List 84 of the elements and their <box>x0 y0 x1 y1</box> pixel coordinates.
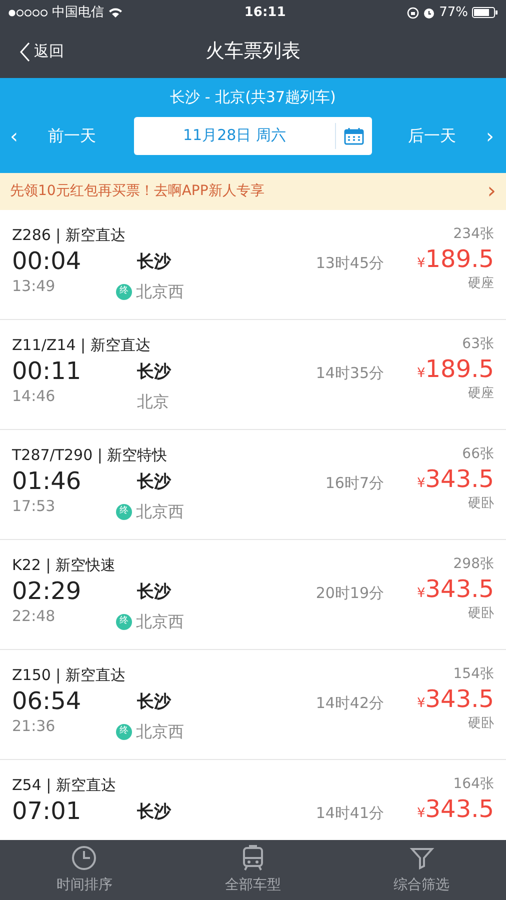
departure-station: 长沙 <box>137 801 172 824</box>
terminal-badge: 终 <box>116 284 132 300</box>
arrival-time: 22:48 <box>12 606 56 628</box>
back-button[interactable]: 返回 <box>0 40 64 63</box>
promo-arrow: › <box>487 178 496 206</box>
ticket-count: 234张 <box>453 225 494 244</box>
ticket-count: 164张 <box>453 775 494 794</box>
arrival-time: 13:49 <box>12 276 56 298</box>
tab-button[interactable]: 综合筛选 <box>337 840 506 900</box>
back-icon <box>20 42 30 62</box>
train-icon <box>240 844 266 870</box>
ticket-count: 298张 <box>453 555 494 574</box>
seat-type: 硬座 <box>468 384 494 403</box>
departure-time: 02:29 <box>12 576 82 606</box>
train-row[interactable]: Z150 | 新空直达 06:54 21:36 长沙 终 北京西 14时42分 154张 ¥343.5 硬卧 <box>0 650 506 760</box>
travel-duration: 14时41分 <box>316 803 384 824</box>
travel-duration: 20时19分 <box>316 583 384 604</box>
ticket-price: ¥343.5 <box>417 685 494 714</box>
departure-station: 长沙 <box>137 581 172 604</box>
signal-icon <box>8 8 48 16</box>
tab-button[interactable]: 时间排序 <box>0 840 169 900</box>
departure-station: 长沙 <box>137 691 172 714</box>
seat-type: 硬卧 <box>468 714 494 733</box>
ticket-count: 66张 <box>462 445 494 464</box>
wifi-icon <box>108 7 123 18</box>
travel-duration: 14时42分 <box>316 693 384 714</box>
train-number: K22 | 新空快速 <box>12 555 116 576</box>
arrival-time: 17:53 <box>12 496 56 518</box>
previous-day-label: 前一天 <box>48 124 96 146</box>
travel-duration: 13时45分 <box>316 253 384 274</box>
arrival-station: 北京西 <box>136 280 184 302</box>
departure-station: 长沙 <box>137 361 172 384</box>
train-number: T287/T290 | 新空特快 <box>12 445 168 466</box>
ticket-price: ¥343.5 <box>417 575 494 604</box>
route-summary: 长沙 - 北京(共37趟列车) <box>170 88 336 106</box>
terminal-badge: 终 <box>116 504 132 520</box>
terminal-badge: 终 <box>116 724 132 740</box>
tab-button[interactable]: 全部车型 <box>168 840 338 900</box>
alarm-icon <box>423 6 436 18</box>
seat-type: 硬卧 <box>468 604 494 623</box>
ticket-price: ¥189.5 <box>417 245 494 274</box>
departure-station: 长沙 <box>137 251 172 274</box>
battery-icon <box>472 7 498 18</box>
arrival-station: 北京西 <box>136 720 184 742</box>
carrier-name: 中国电信 <box>52 4 104 22</box>
departure-time: 00:04 <box>12 246 82 276</box>
departure-station: 长沙 <box>137 471 172 494</box>
arrival-station: 北京 <box>137 390 169 412</box>
train-number: Z11/Z14 | 新空直达 <box>12 335 150 356</box>
arrival-time: 21:36 <box>12 716 56 738</box>
train-row[interactable]: Z11/Z14 | 新空直达 00:11 14:46 长沙 北京 14时35分 63张 ¥189.5 硬座 <box>0 320 506 430</box>
next-day-label: 后一天 <box>408 124 456 146</box>
arrival-station: 北京西 <box>136 610 184 632</box>
ticket-price: ¥343.5 <box>417 795 494 824</box>
arrow-left: ‹ <box>10 122 18 150</box>
train-number: Z54 | 新空直达 <box>12 775 116 796</box>
travel-duration: 14时35分 <box>316 363 384 384</box>
train-number: Z286 | 新空直达 <box>12 225 126 246</box>
ticket-price: ¥189.5 <box>417 355 494 384</box>
departure-time: 06:54 <box>12 686 82 716</box>
train-row[interactable]: K22 | 新空快速 02:29 22:48 长沙 终 北京西 20时19分 298张 ¥343.5 硬卧 <box>0 540 506 650</box>
page-title: 火车票列表 <box>206 39 300 64</box>
terminal-badge: 终 <box>116 614 132 630</box>
promo-text: 先领10元红包再买票！去啊APP新人专享 <box>10 182 264 201</box>
status-time: 16:11 <box>244 4 286 22</box>
rotation-lock-icon <box>407 6 420 18</box>
arrow-right: › <box>486 122 494 150</box>
seat-type: 硬座 <box>468 274 494 293</box>
arrival-time: 14:46 <box>12 386 56 408</box>
departure-time: 00:11 <box>12 356 82 386</box>
train-row[interactable]: T287/T290 | 新空特快 01:46 17:53 长沙 终 北京西 16时7分 66张 ¥343.5 硬卧 <box>0 430 506 540</box>
ticket-count: 154张 <box>453 665 494 684</box>
train-number: Z150 | 新空直达 <box>12 665 126 686</box>
travel-duration: 16时7分 <box>325 473 384 494</box>
battery-percent: 77% <box>439 4 468 22</box>
departure-time: 07:01 <box>12 796 82 826</box>
calendar-icon[interactable] <box>344 126 364 144</box>
ticket-count: 63张 <box>462 335 494 354</box>
arrival-station: 北京西 <box>136 500 184 522</box>
clock-icon <box>71 844 98 870</box>
train-row[interactable]: Z286 | 新空直达 00:04 13:49 长沙 终 北京西 13时45分 234张 ¥189.5 硬座 <box>0 210 506 320</box>
departure-time: 01:46 <box>12 466 82 496</box>
seat-type: 硬卧 <box>468 494 494 513</box>
ticket-price: ¥343.5 <box>417 465 494 494</box>
